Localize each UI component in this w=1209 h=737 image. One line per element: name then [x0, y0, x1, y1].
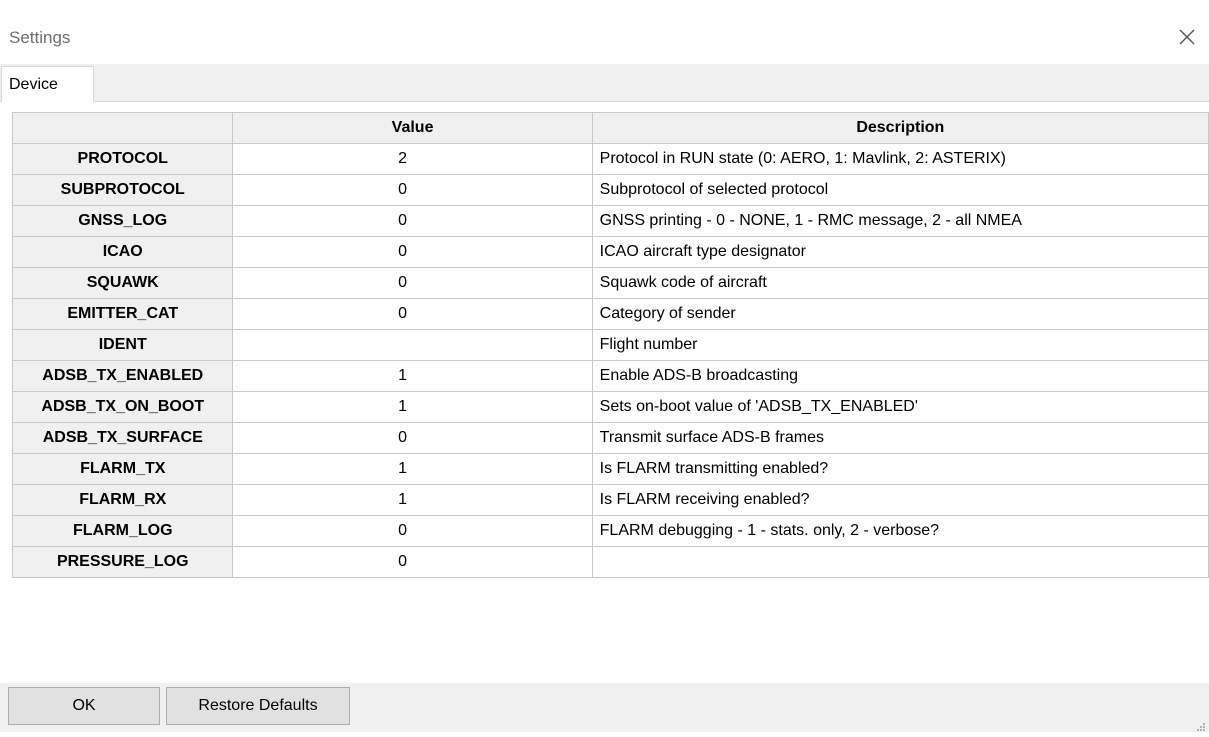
value-cell[interactable]: 0	[232, 236, 593, 268]
tab-device[interactable]: Device	[1, 66, 94, 102]
description-cell[interactable]: Subprotocol of selected protocol	[591, 174, 1209, 206]
value-cell[interactable]: 0	[232, 422, 593, 454]
description-cell[interactable]: Is FLARM receiving enabled?	[591, 484, 1209, 516]
window-title: Settings	[9, 28, 71, 47]
table-header-row: Value Description	[11, 112, 1209, 144]
table-row: SQUAWK 0 Squawk code of aircraft	[11, 267, 1209, 299]
table-row: ADSB_TX_SURFACE 0 Transmit surface ADS-B…	[11, 422, 1209, 454]
description-cell[interactable]: Transmit surface ADS-B frames	[591, 422, 1209, 454]
table-row: ICAO 0 ICAO aircraft type designator	[11, 236, 1209, 268]
column-header-description[interactable]: Description	[591, 112, 1209, 144]
row-header[interactable]: ADSB_TX_SURFACE	[11, 422, 234, 454]
value-cell[interactable]	[232, 329, 593, 361]
row-header[interactable]: PRESSURE_LOG	[11, 546, 234, 578]
row-header[interactable]: SUBPROTOCOL	[11, 174, 234, 206]
row-header[interactable]: ICAO	[11, 236, 234, 268]
value-cell[interactable]: 0	[232, 205, 593, 237]
value-cell[interactable]: 0	[232, 546, 593, 578]
row-header[interactable]: EMITTER_CAT	[11, 298, 234, 330]
table-row: FLARM_TX 1 Is FLARM transmitting enabled…	[11, 453, 1209, 485]
row-header[interactable]: FLARM_TX	[11, 453, 234, 485]
description-cell[interactable]: Is FLARM transmitting enabled?	[591, 453, 1209, 485]
table-row: ADSB_TX_ENABLED 1 Enable ADS-B broadcast…	[11, 360, 1209, 392]
row-header[interactable]: IDENT	[11, 329, 234, 361]
value-cell[interactable]: 0	[232, 515, 593, 547]
table-row: IDENT Flight number	[11, 329, 1209, 361]
table-row: SUBPROTOCOL 0 Subprotocol of selected pr…	[11, 174, 1209, 206]
value-cell[interactable]: 2	[232, 143, 593, 175]
value-cell[interactable]: 0	[232, 174, 593, 206]
settings-table: Value Description PROTOCOL 2 Protocol in…	[11, 112, 1209, 578]
table-row: ADSB_TX_ON_BOOT 1 Sets on-boot value of …	[11, 391, 1209, 423]
table-row: PROTOCOL 2 Protocol in RUN state (0: AER…	[11, 143, 1209, 175]
row-header[interactable]: ADSB_TX_ON_BOOT	[11, 391, 234, 423]
description-cell[interactable]: Enable ADS-B broadcasting	[591, 360, 1209, 392]
table-row: FLARM_RX 1 Is FLARM receiving enabled?	[11, 484, 1209, 516]
ok-button[interactable]: OK	[8, 687, 160, 725]
description-cell[interactable]: Flight number	[591, 329, 1209, 361]
row-header[interactable]: PROTOCOL	[11, 143, 234, 175]
row-header[interactable]: FLARM_RX	[11, 484, 234, 516]
table-row: FLARM_LOG 0 FLARM debugging - 1 - stats.…	[11, 515, 1209, 547]
value-cell[interactable]: 1	[232, 484, 593, 516]
description-cell[interactable]	[591, 546, 1209, 578]
value-cell[interactable]: 1	[232, 391, 593, 423]
description-cell[interactable]: Sets on-boot value of 'ADSB_TX_ENABLED'	[591, 391, 1209, 423]
value-cell[interactable]: 0	[232, 267, 593, 299]
title-bar: Settings	[0, 0, 1209, 64]
table-row: GNSS_LOG 0 GNSS printing - 0 - NONE, 1 -…	[11, 205, 1209, 237]
description-cell[interactable]: GNSS printing - 0 - NONE, 1 - RMC messag…	[591, 205, 1209, 237]
column-header-value[interactable]: Value	[232, 112, 593, 144]
description-cell[interactable]: FLARM debugging - 1 - stats. only, 2 - v…	[591, 515, 1209, 547]
row-header[interactable]: ADSB_TX_ENABLED	[11, 360, 234, 392]
description-cell[interactable]: Squawk code of aircraft	[591, 267, 1209, 299]
resize-grip-icon[interactable]	[1196, 719, 1206, 731]
table-row: PRESSURE_LOG 0	[11, 546, 1209, 578]
row-header[interactable]: FLARM_LOG	[11, 515, 234, 547]
value-cell[interactable]: 1	[232, 453, 593, 485]
corner-header[interactable]	[11, 112, 234, 144]
description-cell[interactable]: Category of sender	[591, 298, 1209, 330]
description-cell[interactable]: ICAO aircraft type designator	[591, 236, 1209, 268]
value-cell[interactable]: 0	[232, 298, 593, 330]
value-cell[interactable]: 1	[232, 360, 593, 392]
description-cell[interactable]: Protocol in RUN state (0: AERO, 1: Mavli…	[591, 143, 1209, 175]
row-header[interactable]: SQUAWK	[11, 267, 234, 299]
row-header[interactable]: GNSS_LOG	[11, 205, 234, 237]
close-icon[interactable]	[1178, 28, 1196, 46]
restore-defaults-button[interactable]: Restore Defaults	[166, 687, 350, 725]
table-row: EMITTER_CAT 0 Category of sender	[11, 298, 1209, 330]
